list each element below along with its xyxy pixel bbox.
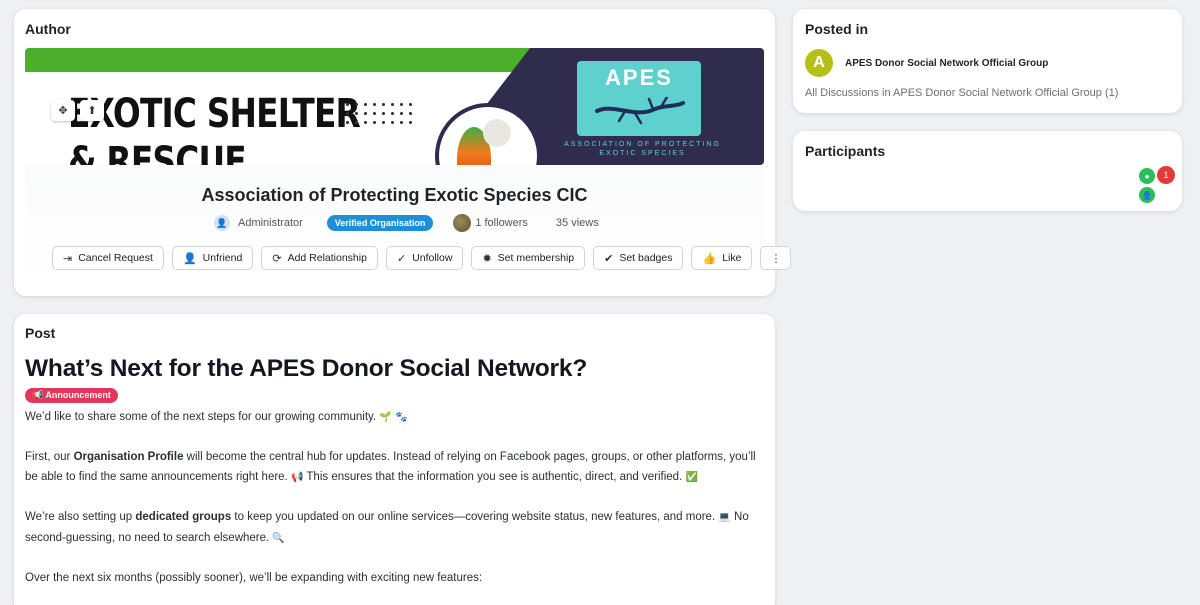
unfriend-button[interactable]: 👤 Unfriend	[171, 246, 254, 270]
org-name[interactable]: Association of Protecting Exotic Species…	[14, 185, 775, 206]
check-icon: ✓	[396, 252, 407, 265]
post-title: What’s Next for the APES Donor Social Ne…	[25, 355, 588, 382]
check-circle-icon: ✔	[604, 252, 614, 265]
post-paragraph: We’re also setting up dedicated groups t…	[25, 507, 760, 549]
set-membership-button[interactable]: ✹ Set membership	[471, 246, 586, 270]
follower-avatar[interactable]	[453, 214, 472, 232]
participants-title: Participants	[805, 143, 886, 159]
participants-card: Participants ● 👤 1	[793, 131, 1182, 211]
verified-badge: Verified Organisation	[326, 215, 434, 231]
more-options-button[interactable]: ⋮	[760, 246, 792, 270]
post-paragraph: Over the next six months (possibly soone…	[25, 572, 483, 584]
group-name-link[interactable]: APES Donor Social Network Official Group	[845, 58, 1048, 69]
seedling-icon: 🌱	[379, 412, 392, 423]
author-card-title: Author	[25, 21, 71, 37]
group-discussions-link[interactable]: All Discussions in APES Donor Social Net…	[805, 87, 1118, 99]
announcement-tag[interactable]: 📢 Announcement	[25, 388, 118, 403]
apes-logo: APES	[577, 61, 701, 136]
lizard-icon	[595, 97, 685, 125]
sign-out-icon: ⇥	[63, 252, 73, 265]
move-icon[interactable]: ✥	[51, 100, 75, 121]
post-body: We’d like to share some of the next step…	[25, 407, 760, 605]
user-icon: 👤	[1139, 187, 1155, 203]
participant-avatar[interactable]: ● 👤 1	[1137, 166, 1177, 204]
computer-icon: 💻	[718, 512, 731, 523]
role-label: Administrator	[238, 217, 303, 229]
megaphone-icon: 📢	[290, 472, 304, 483]
profile-meta: 👤 Administrator Verified Organisation 1 …	[214, 214, 599, 232]
post-paragraph: First, our Organisation Profile will bec…	[25, 447, 760, 488]
posted-in-title: Posted in	[805, 21, 869, 37]
cover-headline: EXOTIC SHELTER & RESCUE	[68, 91, 361, 165]
admin-icon: 👤	[214, 215, 230, 231]
unfollow-button[interactable]: ✓ Unfollow	[385, 246, 464, 270]
user-minus-icon: 👤	[182, 252, 197, 265]
badge-icon: ✹	[482, 252, 492, 265]
add-relationship-button[interactable]: ⟳ Add Relationship	[261, 246, 378, 270]
post-card-title: Post	[25, 325, 56, 341]
post-card: Post What’s Next for the APES Donor Soci…	[14, 314, 775, 605]
followers-count[interactable]: 1 followers	[475, 217, 528, 229]
cover-tools: ✥ ⬆	[51, 100, 104, 121]
profile-actions: ⇥ Cancel Request 👤 Unfriend ⟳ Add Relati…	[52, 246, 792, 270]
group-avatar[interactable]: A	[805, 49, 833, 77]
refresh-icon: ⟳	[272, 252, 282, 265]
cover-image: EXOTIC SHELTER & RESCUE APES ASSOCIATION…	[25, 48, 764, 165]
thumbs-up-icon: 👍	[702, 252, 717, 265]
chat-icon: ●	[1139, 168, 1155, 184]
paw-icon: 🐾	[394, 412, 408, 423]
like-button[interactable]: 👍 Like	[691, 246, 753, 270]
participant-count-badge: 1	[1157, 166, 1175, 184]
views-count: 35 views	[555, 217, 599, 229]
cancel-request-button[interactable]: ⇥ Cancel Request	[52, 246, 164, 270]
set-badges-button[interactable]: ✔ Set badges	[593, 246, 684, 270]
upload-icon[interactable]: ⬆	[80, 100, 104, 121]
post-paragraph: We’d like to share some of the next step…	[25, 407, 760, 428]
search-icon: 🔍	[272, 533, 285, 544]
apes-logo-subtitle: ASSOCIATION OF PROTECTING EXOTIC SPECIES	[564, 141, 721, 157]
check-mark-icon: ✅	[685, 472, 698, 483]
author-card: Author EXOTIC SHELTER & RESCUE APES ASSO…	[14, 9, 792, 296]
posted-in-card: Posted in A APES Donor Social Network Of…	[793, 9, 1182, 113]
ellipsis-vertical-icon: ⋮	[770, 252, 782, 265]
